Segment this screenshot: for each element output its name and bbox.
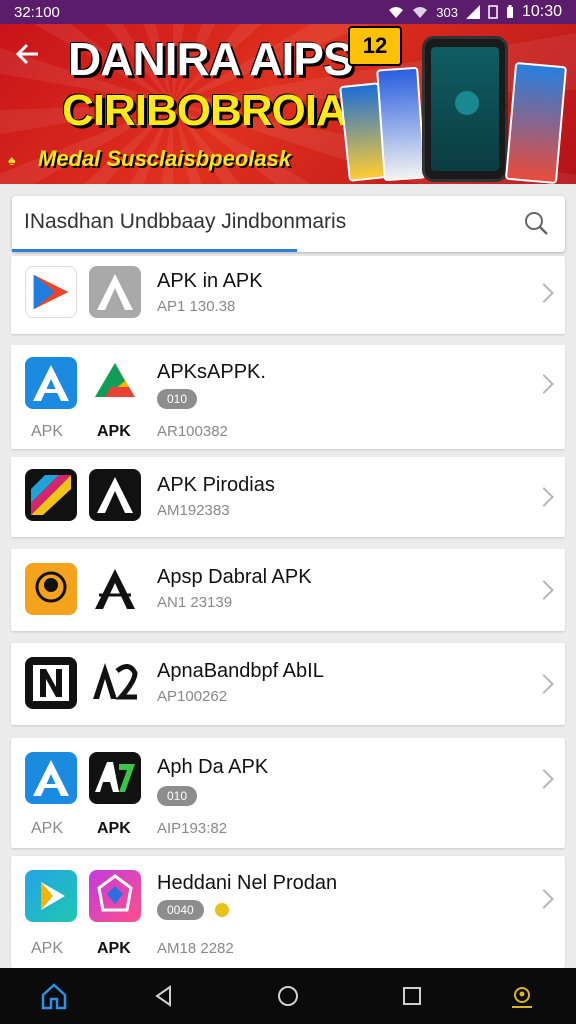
app-badge: 010 — [157, 786, 198, 806]
app-meta: AN1 23139 — [157, 594, 233, 611]
search-bar[interactable]: INasdhan Undbbaay Jindbonmaris — [12, 196, 565, 252]
chevron-right-icon[interactable] — [534, 487, 554, 507]
status-right: 303 10:30 — [388, 3, 562, 21]
battery-icon — [506, 5, 513, 18]
app-badge: 010 — [157, 389, 198, 409]
a-logo-icon — [89, 563, 141, 615]
recents-square-icon[interactable] — [398, 982, 426, 1010]
icon-caption: APK — [97, 940, 131, 957]
list-item[interactable]: APK APK APKsAPPK. 010 AR100382 — [11, 345, 565, 449]
gem-logo-icon — [89, 870, 141, 922]
banner-badge: 12 — [348, 26, 402, 66]
app-title: Aph Da APK — [157, 756, 269, 778]
banner-tagline: Medal Susclaisbpeolask — [38, 146, 292, 171]
app-meta: AP1 130.38 — [157, 298, 236, 315]
phone-image — [422, 36, 508, 182]
app-meta: AP100262 — [157, 688, 228, 705]
navigation-bar — [0, 968, 576, 1024]
flame-icon: ♠ — [8, 152, 16, 168]
chevron-right-icon[interactable] — [534, 374, 554, 394]
drive-triangle-icon — [89, 357, 141, 409]
a-logo-icon — [89, 266, 141, 318]
a-logo-icon — [25, 752, 77, 804]
chevron-right-icon[interactable] — [534, 580, 554, 600]
chevron-right-icon[interactable] — [534, 283, 554, 303]
character-logo-icon — [25, 563, 77, 615]
search-progress-bar — [12, 249, 297, 252]
play-arrow-icon — [25, 266, 77, 318]
list-item[interactable]: APK APK Aph Da APK 010 AIP193:82 — [11, 738, 565, 848]
list-item[interactable]: ApnaBandbpf AbIL AP100262 — [11, 643, 565, 725]
signal-icon — [465, 5, 480, 19]
sim-icon — [488, 5, 498, 19]
wifi-icon — [389, 7, 404, 18]
app-meta: AM192383 — [157, 502, 230, 519]
list-item[interactable]: APK in APK AP1 130.38 — [11, 256, 565, 334]
icon-caption: APK — [97, 423, 131, 440]
banner-subtitle: CIRIBOBROIAZ — [62, 86, 374, 135]
list-item[interactable]: APK APK Heddani Nel Prodan 0040 AM18 228… — [11, 856, 565, 968]
chevron-right-icon[interactable] — [534, 674, 554, 694]
chevron-right-icon[interactable] — [534, 769, 554, 789]
stripe-logo-icon — [25, 469, 77, 521]
signal-text: 303 — [436, 4, 458, 20]
app-meta: AIP193:82 — [157, 820, 228, 837]
back-button[interactable] — [14, 40, 48, 70]
app-title: APK in APK — [157, 270, 263, 292]
app-meta: AR100382 — [157, 423, 228, 440]
play-store-icon — [25, 870, 77, 922]
icon-caption: APK — [31, 423, 64, 440]
app-title: APK Pirodias — [157, 474, 275, 496]
app-badge: 0040 — [157, 900, 204, 920]
magnifier-icon[interactable] — [523, 210, 549, 236]
home-icon[interactable] — [40, 982, 68, 1010]
home-circle-icon[interactable] — [274, 982, 302, 1010]
list-item[interactable]: APK Pirodias AM192383 — [11, 457, 565, 537]
wifi-icon-2 — [413, 7, 428, 18]
icon-caption: APK — [31, 820, 64, 837]
n-logo-icon — [25, 657, 77, 709]
status-clock: 10:30 — [521, 3, 562, 20]
search-input[interactable]: INasdhan Undbbaay Jindbonmaris — [24, 210, 346, 234]
app-title: Heddani Nel Prodan — [157, 872, 338, 894]
back-triangle-icon[interactable] — [150, 982, 178, 1010]
coin-icon — [215, 903, 229, 917]
promo-banner[interactable]: DANIRA AIPS CIRIBOBROIAZ ♠ Medal Susclai… — [0, 24, 576, 184]
list-item[interactable]: Apsp Dabral APK AN1 23139 — [11, 549, 565, 631]
icon-caption: APK — [97, 820, 131, 837]
a7-logo-icon — [89, 752, 141, 804]
a-logo-icon — [89, 469, 141, 521]
app-title: APKsAPPK. — [157, 361, 266, 383]
app-meta: AM18 2282 — [157, 940, 234, 957]
banner-title: DANIRA AIPS — [68, 33, 354, 85]
a2-logo-icon — [89, 657, 141, 709]
status-left-text: 32:100 — [14, 3, 60, 21]
profile-icon[interactable] — [508, 982, 536, 1010]
status-bar: 32:100 303 10:30 — [0, 0, 576, 24]
arrow-left-icon — [15, 43, 38, 65]
icon-caption: APK — [31, 940, 64, 957]
a-logo-icon — [25, 357, 77, 409]
app-card-image — [504, 61, 568, 184]
app-title: ApnaBandbpf AbIL — [157, 660, 324, 682]
app-card-image — [376, 66, 426, 182]
app-title: Apsp Dabral APK — [157, 566, 312, 588]
chevron-right-icon[interactable] — [534, 889, 554, 909]
